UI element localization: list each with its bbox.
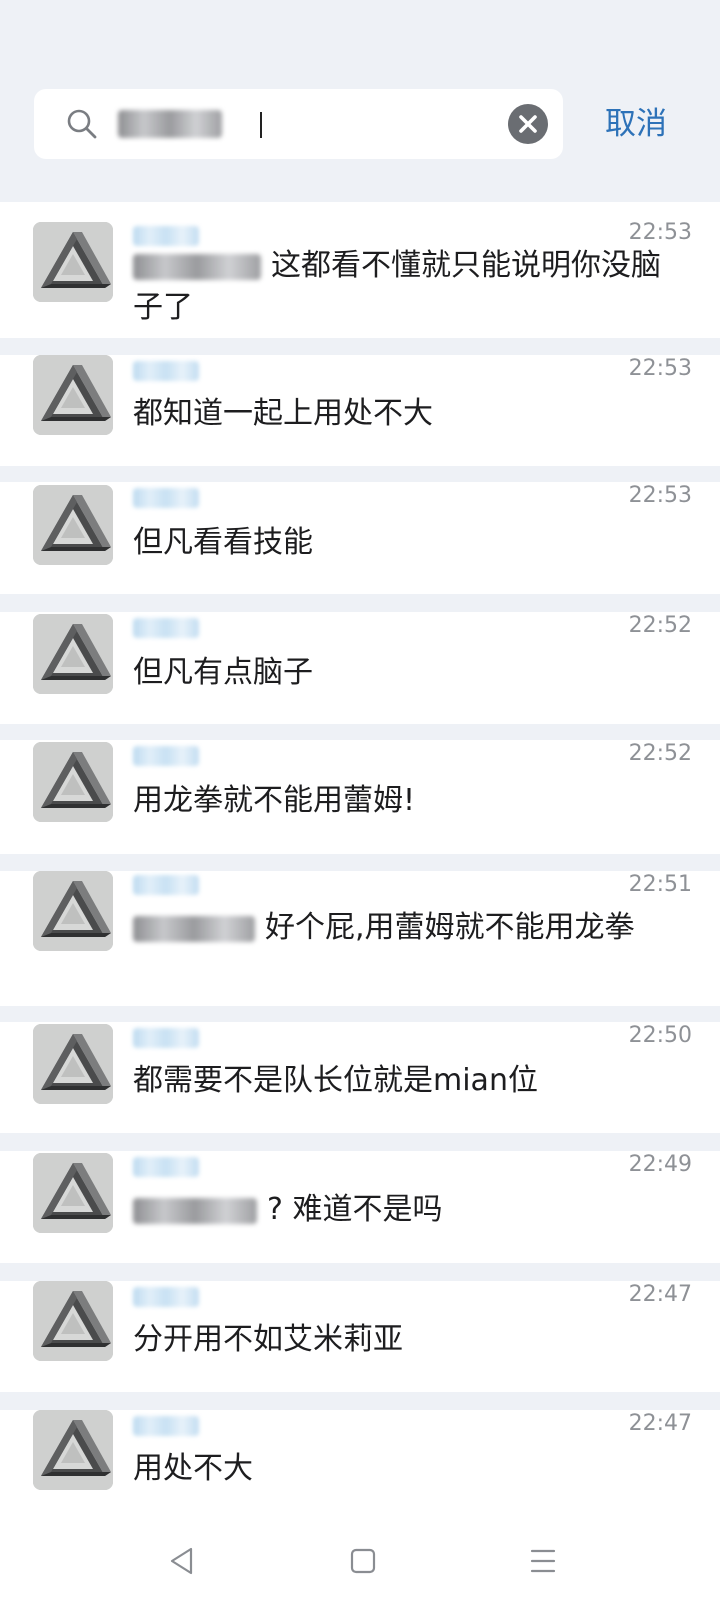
text-cursor — [260, 112, 262, 138]
message-text: 用龙拳就不能用蕾姆! — [133, 783, 416, 818]
message-text: 但凡看看技能 — [133, 525, 313, 560]
message-text: 好个屁,用蕾姆就不能用龙拳 — [133, 907, 688, 949]
avatar — [33, 1153, 113, 1233]
penrose-triangle-icon — [33, 1153, 113, 1233]
avatar — [33, 614, 113, 694]
sender-name-redacted — [133, 361, 199, 381]
message-time: 22:53 — [628, 483, 692, 508]
avatar — [33, 222, 113, 302]
sender-name-redacted — [133, 746, 199, 766]
mention-redacted — [133, 915, 255, 942]
avatar — [33, 742, 113, 822]
list-item[interactable]: 22:51 好个屁,用蕾姆就不能用龙拳 — [0, 871, 720, 1006]
cancel-button[interactable]: 取消 — [605, 104, 667, 144]
list-item[interactable]: 22:53 这都看不懂就只能说明你没脑子了 — [0, 202, 720, 338]
message-time: 22:53 — [628, 356, 692, 381]
sender-name-redacted — [133, 1157, 199, 1177]
search-query-redacted — [118, 110, 222, 138]
avatar — [33, 355, 113, 435]
penrose-triangle-icon — [33, 355, 113, 435]
list-item[interactable]: 22:49 ? 难道不是吗 — [0, 1151, 720, 1263]
penrose-triangle-icon — [33, 1410, 113, 1490]
message-time: 22:51 — [628, 872, 692, 897]
penrose-triangle-icon — [33, 871, 113, 951]
message-time: 22:53 — [628, 220, 692, 245]
sender-name-redacted — [133, 488, 199, 508]
list-item[interactable]: 22:47 分开用不如艾米莉亚 — [0, 1281, 720, 1392]
penrose-triangle-icon — [33, 614, 113, 694]
close-icon — [519, 115, 537, 133]
system-nav-bar — [0, 1515, 720, 1607]
sender-name-redacted — [133, 226, 199, 246]
message-text: 这都看不懂就只能说明你没脑子了 — [133, 248, 661, 325]
message-text: 用处不大 — [133, 1451, 253, 1486]
home-square-icon[interactable] — [341, 1539, 385, 1583]
message-text: 但凡有点脑子 — [133, 655, 313, 690]
sender-name-redacted — [133, 1416, 199, 1436]
sender-name-redacted — [133, 1287, 199, 1307]
search-input[interactable] — [34, 89, 563, 159]
sender-name-redacted — [133, 1028, 199, 1048]
list-item[interactable]: 22:50 都需要不是队长位就是mian位 — [0, 1022, 720, 1133]
message-text: ? 难道不是吗 — [133, 1189, 688, 1231]
back-triangle-icon[interactable] — [160, 1539, 204, 1583]
list-item[interactable]: 22:53 但凡看看技能 — [0, 482, 720, 594]
menu-lines-icon[interactable] — [521, 1539, 565, 1583]
avatar — [33, 1410, 113, 1490]
avatar — [33, 871, 113, 951]
penrose-triangle-icon — [33, 485, 113, 565]
list-item[interactable]: 22:53 都知道一起上用处不大 — [0, 355, 720, 466]
search-icon — [67, 109, 97, 139]
message-text: 分开用不如艾米莉亚 — [133, 1322, 403, 1357]
message-text: 都知道一起上用处不大 — [133, 396, 433, 431]
mention-redacted — [133, 253, 261, 280]
list-item[interactable]: 22:52 但凡有点脑子 — [0, 612, 720, 724]
message-time: 22:52 — [628, 741, 692, 766]
avatar — [33, 485, 113, 565]
list-item[interactable]: 22:47 用处不大 — [0, 1410, 720, 1515]
search-header: 取消 — [0, 0, 720, 184]
message-time: 22:47 — [628, 1411, 692, 1436]
sender-name-redacted — [133, 618, 199, 638]
message-time: 22:47 — [628, 1282, 692, 1307]
message-time: 22:49 — [628, 1152, 692, 1177]
avatar — [33, 1281, 113, 1361]
sender-name-redacted — [133, 875, 199, 895]
message-time: 22:52 — [628, 613, 692, 638]
penrose-triangle-icon — [33, 742, 113, 822]
list-item[interactable]: 22:52 用龙拳就不能用蕾姆! — [0, 740, 720, 854]
penrose-triangle-icon — [33, 1024, 113, 1104]
avatar — [33, 1024, 113, 1104]
penrose-triangle-icon — [33, 1281, 113, 1361]
mention-redacted — [133, 1197, 257, 1224]
clear-search-button[interactable] — [508, 104, 548, 144]
message-text: 都需要不是队长位就是mian位 — [133, 1063, 538, 1098]
message-time: 22:50 — [628, 1023, 692, 1048]
penrose-triangle-icon — [33, 222, 113, 302]
